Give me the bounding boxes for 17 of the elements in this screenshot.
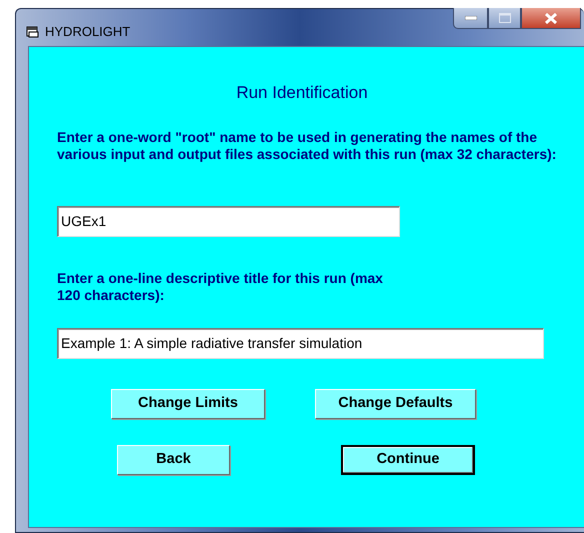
field-label: Enter a one-line descriptive title for this run (max 120 characters):: [57, 270, 384, 304]
dialog-button[interactable]: Continue: [341, 444, 475, 474]
close-icon: [545, 12, 557, 24]
minimize-button[interactable]: [453, 8, 488, 29]
dialog-heading: Run Identification: [235, 82, 369, 104]
dialog-button[interactable]: Back: [117, 444, 230, 474]
field-label: Enter a one-word "root" name to be used in generating the names of the various input and output files associated with this run (max 32 characters):: [57, 128, 557, 162]
minimize-icon: [464, 16, 476, 20]
text-field[interactable]: UGEx1: [57, 206, 400, 236]
window-icon: [26, 26, 39, 38]
dialog-button[interactable]: Change Defaults: [315, 388, 476, 418]
text-field[interactable]: Example 1: A simple radiative transfer simulation: [57, 328, 544, 358]
window-title: HYDROLIGHT: [45, 22, 130, 41]
maximize-button[interactable]: [488, 8, 521, 29]
close-button[interactable]: [521, 8, 581, 29]
maximize-icon: [498, 13, 510, 23]
dialog-button[interactable]: Change Limits: [111, 388, 265, 418]
